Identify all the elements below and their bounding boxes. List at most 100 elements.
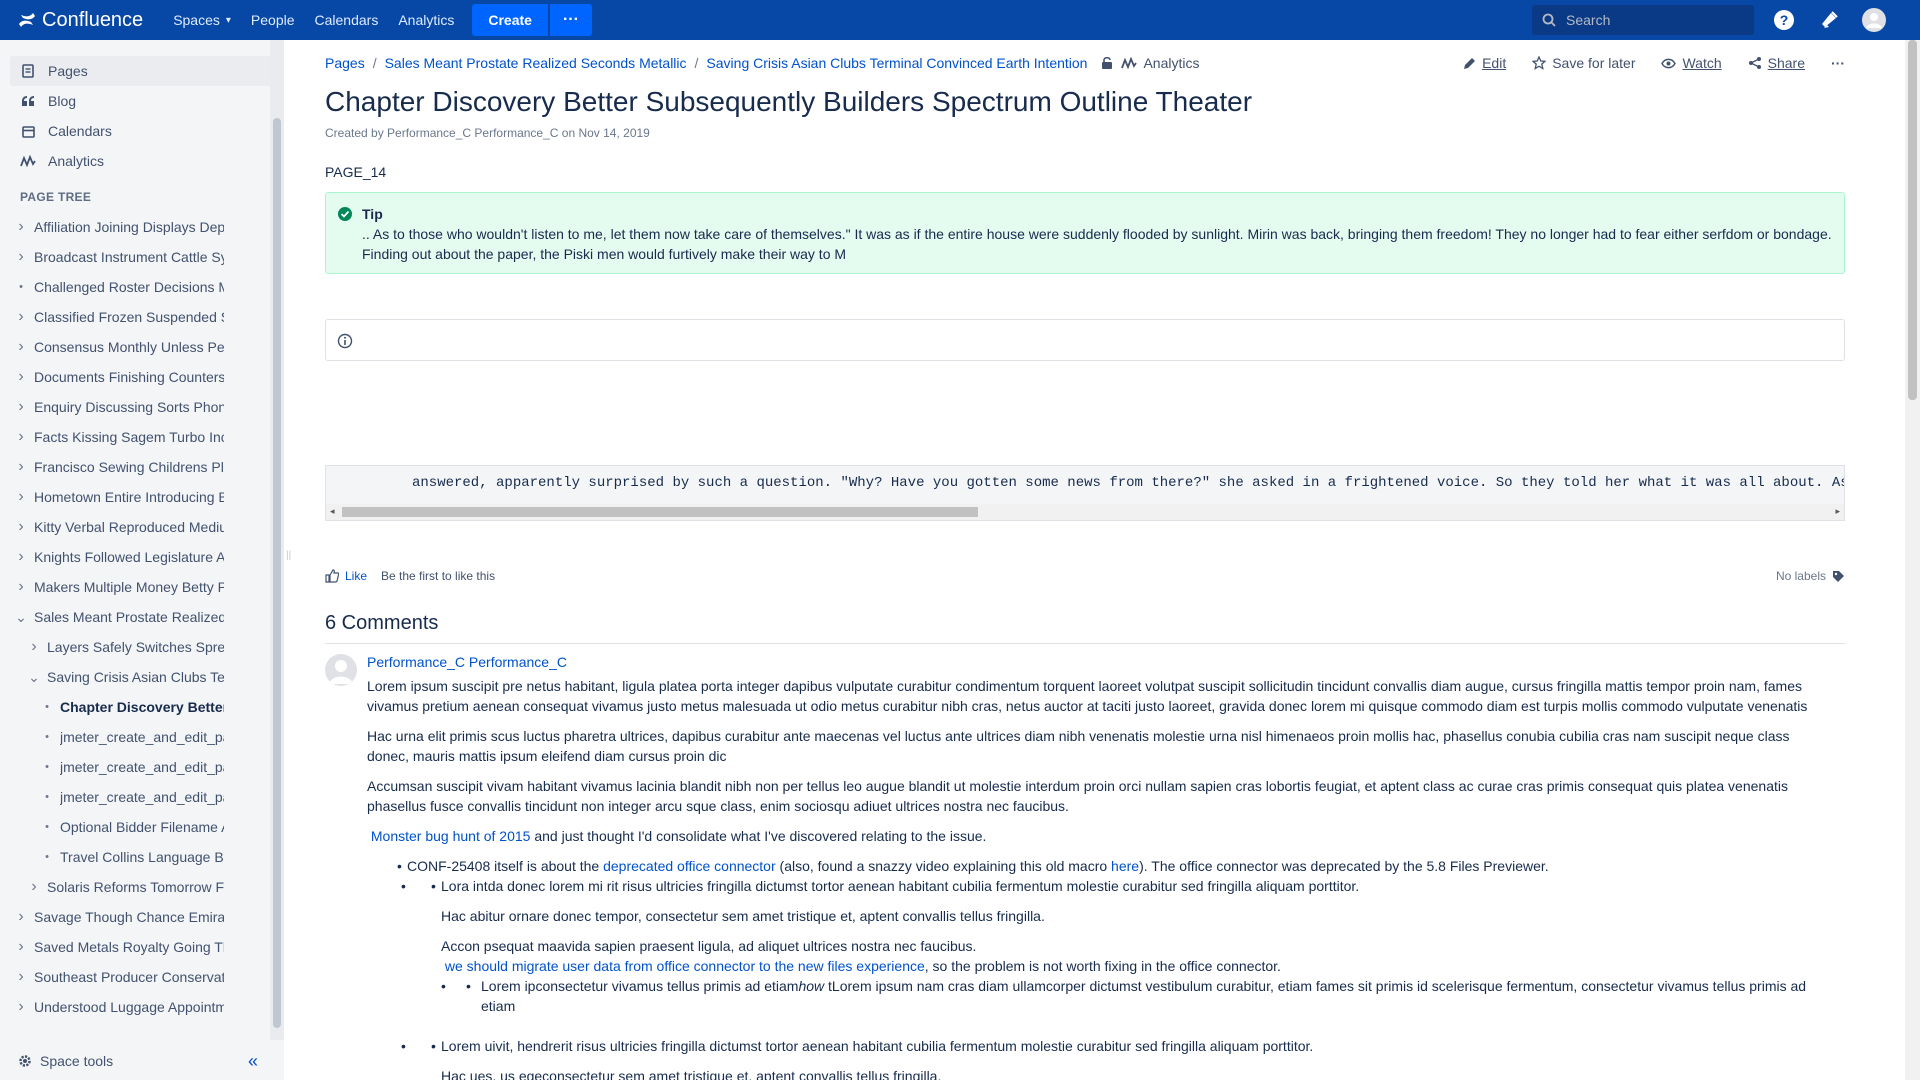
deprecated-office-connector-link[interactable]: deprecated office connector [603,858,776,874]
breadcrumb-current-parent[interactable]: Saving Crisis Asian Clubs Terminal Convi… [706,55,1087,71]
page-tree-item[interactable]: ⌄ Saving Crisis Asian Clubs Termi [0,662,284,692]
bug-hunt-link[interactable]: Monster bug hunt of 2015 [371,828,531,844]
chevron-right-icon[interactable]: › [14,548,28,566]
page-tree-item[interactable]: › Facts Kissing Sagem Turbo Incluc [0,422,284,452]
create-more-button[interactable]: ··· [549,4,592,36]
chevron-right-icon[interactable]: › [14,518,28,536]
sidebar-resize-handle[interactable]: || [284,40,292,1080]
main-scrollbar[interactable] [1905,40,1920,1080]
page-tree-item[interactable]: › Documents Finishing Counters Ea [0,362,284,392]
code-scrollbar-thumb[interactable] [342,507,978,517]
create-button[interactable]: Create [472,4,548,36]
page-tree-item[interactable]: › Knights Followed Legislature Aske [0,542,284,572]
watch-button[interactable]: Watch [1661,55,1722,71]
chevron-right-icon[interactable]: › [14,968,28,986]
page-tree-item[interactable]: • jmeter_create_and_edit_page [0,782,284,812]
collapse-sidebar-icon[interactable]: « [248,1051,258,1072]
main-scrollbar-thumb[interactable] [1908,40,1917,400]
restrictions-icon[interactable] [1101,56,1113,70]
more-actions-button[interactable]: ··· [1831,55,1845,71]
page-tree-item[interactable]: › Layers Safely Switches Spreadi [0,632,284,662]
chevron-right-icon[interactable]: › [14,218,28,236]
chevron-right-icon[interactable]: › [14,998,28,1016]
tip-title: Tip [362,206,383,222]
labels-area[interactable]: No labels [1776,569,1845,583]
page-tree-item[interactable]: › Saved Metals Royalty Going Thec [0,932,284,962]
page-tree-item[interactable]: › Broadcast Instrument Cattle Syste [0,242,284,272]
page-tree-item-label: Travel Collins Language Billy [60,849,224,865]
bullet-icon: • [45,731,49,743]
sidebar-item-analytics[interactable]: Analytics [10,146,274,176]
watch-label: Watch [1682,55,1722,71]
breadcrumb-analytics[interactable]: Analytics [1121,55,1200,71]
chevron-right-icon[interactable]: › [14,248,28,266]
page-tree-item[interactable]: › Savage Though Chance Emirates [0,902,284,932]
notifications-icon[interactable] [1815,6,1843,34]
chevron-right-icon[interactable]: › [14,398,28,416]
page-tree-item[interactable]: › Enquiry Discussing Sorts Phone V [0,392,284,422]
like-button[interactable]: Like [325,569,367,583]
nav-calendars[interactable]: Calendars [305,0,389,40]
confluence-logo[interactable]: Confluence [18,9,143,32]
chevron-right-icon[interactable]: › [14,578,28,596]
page-tree-item[interactable]: • Optional Bidder Filename Agg [0,812,284,842]
comment-author-link[interactable]: Performance_C Performance_C [367,652,1827,672]
page-tree-item[interactable]: › Solaris Reforms Tomorrow Faci [0,872,284,902]
page-tree-item[interactable]: › Classified Frozen Suspended Sco [0,302,284,332]
chevron-right-icon[interactable]: › [14,308,28,326]
labels-text: No labels [1775,569,1826,583]
page-tree-item[interactable]: › Understood Luggage Appointmen [0,992,284,1022]
page-tree-item[interactable]: • Challenged Roster Decisions Mar [0,272,284,302]
page-tree-item[interactable]: • jmeter_create_and_edit_page [0,752,284,782]
page-tree-item[interactable]: › Consensus Monthly Unless Perfor [0,332,284,362]
chevron-right-icon[interactable]: › [14,938,28,956]
migrate-user-data-link[interactable]: we should migrate user data from office … [445,958,925,974]
chevron-right-icon[interactable]: › [27,638,41,656]
chevron-right-icon[interactable]: › [14,428,28,446]
breadcrumb-pages[interactable]: Pages [325,55,365,71]
page-tree-item[interactable]: ⌄ Sales Meant Prostate Realized Se [0,602,284,632]
page-tree-item[interactable]: › Makers Multiple Money Betty Prin [0,572,284,602]
save-for-later-button[interactable]: Save for later [1532,55,1635,71]
code-horizontal-scrollbar[interactable]: ◂ ▸ [326,504,1844,520]
page-tree-item[interactable]: › Affiliation Joining Displays Deputy [0,212,284,242]
user-avatar-icon[interactable] [1860,6,1888,34]
here-link[interactable]: here [1111,858,1139,874]
chevron-down-icon[interactable]: ⌄ [14,609,28,626]
avatar[interactable] [325,654,357,686]
page-tree-item[interactable]: › Francisco Sewing Childrens Plugi [0,452,284,482]
page-tree-item[interactable]: • Chapter Discovery Better S [0,692,284,722]
nav-spaces[interactable]: Spaces ▾ [163,0,241,40]
chevron-right-icon[interactable]: › [14,368,28,386]
list-item: • • Lorem ipconsectetur vivamus tellus p… [441,976,1827,1016]
scroll-right-arrow-icon[interactable]: ▸ [1835,506,1840,517]
sidebar-item-calendars[interactable]: Calendars [10,116,274,146]
sidebar-scrollbar[interactable] [270,40,284,1040]
page-tree-item[interactable]: • jmeter_create_and_edit_page [0,722,284,752]
page-tree-item[interactable]: › Kitty Verbal Reproduced Medium [0,512,284,542]
page-tree-item[interactable]: • Travel Collins Language Billy [0,842,284,872]
breadcrumb-parent[interactable]: Sales Meant Prostate Realized Seconds Me… [385,55,687,71]
sidebar-scrollbar-thumb[interactable] [273,118,281,1028]
chevron-right-icon[interactable]: › [14,908,28,926]
search-input[interactable] [1566,12,1736,28]
page-tree-item[interactable]: › Southeast Producer Conservation [0,962,284,992]
bullet-icon: • [45,761,49,773]
search-box[interactable] [1532,5,1754,35]
nav-people[interactable]: People [241,0,305,40]
edit-button[interactable]: Edit [1463,55,1506,71]
scroll-left-arrow-icon[interactable]: ◂ [330,506,335,517]
share-icon [1748,57,1761,69]
nav-analytics[interactable]: Analytics [388,0,464,40]
sidebar-item-blog[interactable]: Blog [10,86,274,116]
help-icon[interactable]: ? [1770,6,1798,34]
space-tools-button[interactable]: Space tools « [0,1042,284,1080]
chevron-right-icon[interactable]: › [14,458,28,476]
chevron-right-icon[interactable]: › [14,338,28,356]
chevron-down-icon[interactable]: ⌄ [27,669,41,686]
page-tree-item[interactable]: › Hometown Entire Introducing Belc [0,482,284,512]
sidebar-item-pages[interactable]: Pages [10,56,274,86]
chevron-right-icon[interactable]: › [27,878,41,896]
share-button[interactable]: Share [1748,55,1805,71]
chevron-right-icon[interactable]: › [14,488,28,506]
